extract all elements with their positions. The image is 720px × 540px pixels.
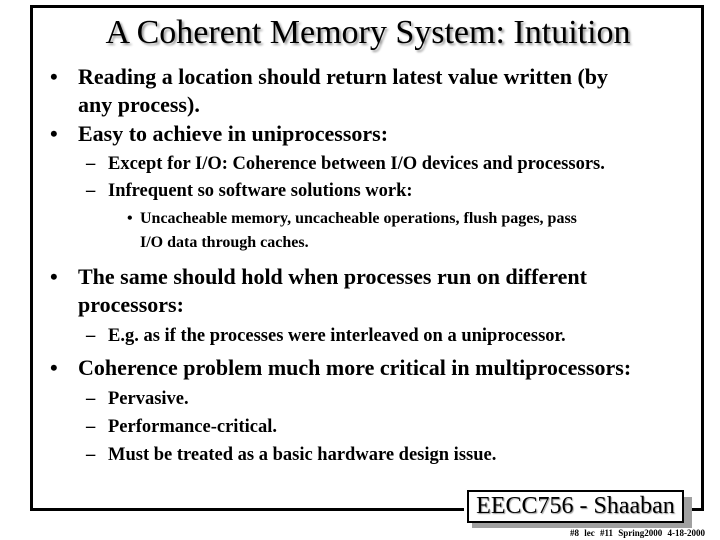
slide-title: A Coherent Memory System: Intuition (105, 14, 631, 51)
bullet-icon: • (50, 355, 58, 380)
bullet-icon: • (127, 210, 133, 227)
sub-bullet-text: Infrequent so software solutions work: (108, 181, 413, 201)
bullet-text: Coherence problem much more critical in … (78, 355, 632, 380)
sub-bullet-text: E.g. as if the processes were interleave… (108, 326, 566, 346)
dash-icon: – (86, 445, 96, 465)
sub-bullet-text: Pervasive. (108, 389, 189, 409)
bullet-text: processors: (78, 292, 184, 317)
bullet-text: Reading a location should return latest … (78, 64, 609, 89)
bullet-text: Easy to achieve in uniprocessors: (78, 121, 389, 146)
sub-bullet-text: Performance-critical. (108, 417, 277, 437)
dash-icon: – (86, 326, 96, 346)
course-logo: EECC756 - Shaaban (467, 490, 684, 523)
slide-footer: #8 lec #11 Spring2000 4-18-2000 (570, 528, 705, 538)
sub-sub-bullet-text: I/O data through caches. (140, 234, 309, 251)
bullet-text: any process). (78, 92, 200, 117)
sub-sub-bullet-text: Uncacheable memory, uncacheable operatio… (140, 210, 577, 227)
bullet-icon: • (50, 121, 58, 146)
bullet-icon: • (50, 264, 58, 289)
dash-icon: – (86, 154, 96, 174)
dash-icon: – (86, 181, 96, 201)
dash-icon: – (86, 389, 96, 409)
sub-bullet-text: Except for I/O: Coherence between I/O de… (108, 154, 605, 174)
dash-icon: – (86, 417, 96, 437)
bullet-icon: • (50, 64, 58, 89)
sub-bullet-text: Must be treated as a basic hardware desi… (108, 445, 497, 465)
bullet-text: The same should hold when processes run … (78, 264, 587, 289)
